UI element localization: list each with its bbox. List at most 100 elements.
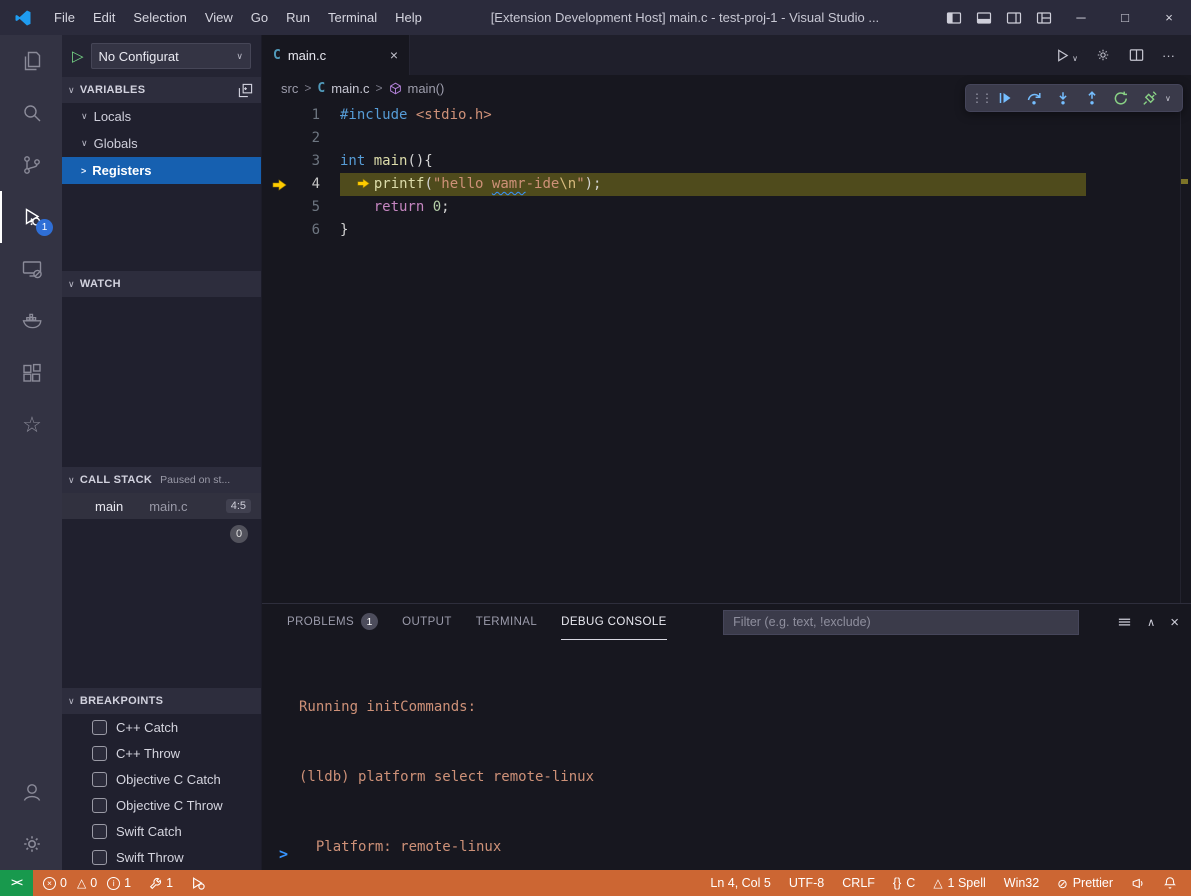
- checkbox[interactable]: [92, 746, 107, 761]
- maximize-button[interactable]: □: [1103, 0, 1147, 35]
- formatter-indicator[interactable]: ⊘ Prettier: [1057, 876, 1113, 891]
- activity-favorites[interactable]: ☆: [0, 399, 62, 451]
- activity-explorer[interactable]: [0, 35, 62, 87]
- step-out-button[interactable]: [1078, 86, 1105, 110]
- current-statement-arrow-icon[interactable]: [262, 173, 296, 196]
- remote-indicator[interactable]: ><: [0, 870, 33, 896]
- breakpoint-objc-throw[interactable]: Objective C Throw: [62, 792, 261, 818]
- close-panel-icon[interactable]: ×: [1170, 614, 1179, 631]
- customize-layout-icon[interactable]: [1029, 0, 1059, 35]
- stack-frame-row[interactable]: main main.c 4:5: [62, 493, 261, 519]
- code-text[interactable]: printf("hello wamr-ide\n");: [340, 173, 1191, 196]
- spell-checker-status[interactable]: △ 1 Spell: [933, 876, 985, 890]
- tab-terminal[interactable]: TERMINAL: [476, 604, 537, 640]
- activity-docker[interactable]: [0, 295, 62, 347]
- toggle-secondary-sidebar-icon[interactable]: [999, 0, 1029, 35]
- checkbox[interactable]: [92, 798, 107, 813]
- launch-config-select[interactable]: No Configurat ∨: [91, 43, 251, 69]
- tab-debug-console[interactable]: DEBUG CONSOLE: [561, 604, 667, 640]
- watch-section-header[interactable]: ∨ WATCH: [62, 271, 261, 297]
- more-actions-icon[interactable]: ···: [1162, 48, 1175, 63]
- activity-remote-explorer[interactable]: [0, 243, 62, 295]
- breadcrumb-symbol[interactable]: main(): [408, 81, 445, 96]
- activity-run-debug[interactable]: 1: [0, 191, 62, 243]
- overview-ruler[interactable]: [1180, 101, 1181, 603]
- split-editor-icon[interactable]: [1128, 47, 1145, 64]
- run-or-debug-button[interactable]: ∨: [1055, 48, 1078, 63]
- breadcrumb-file[interactable]: main.c: [331, 81, 369, 96]
- code-line-2[interactable]: 2: [262, 127, 1191, 150]
- language-indicator[interactable]: {} C: [893, 876, 915, 890]
- toolchain-status[interactable]: 1: [149, 876, 173, 890]
- gear-icon[interactable]: [1095, 47, 1111, 63]
- code-line-3[interactable]: 3 int main(){: [262, 150, 1191, 173]
- checkbox[interactable]: [92, 850, 107, 865]
- start-debug-icon[interactable]: ▷: [72, 49, 84, 64]
- gutter-glyph[interactable]: [262, 127, 296, 150]
- menu-go[interactable]: Go: [242, 10, 277, 25]
- tab-problems[interactable]: PROBLEMS 1: [287, 604, 378, 640]
- tab-output[interactable]: OUTPUT: [402, 604, 452, 640]
- cursor-position[interactable]: Ln 4, Col 5: [710, 876, 770, 890]
- activity-source-control[interactable]: [0, 139, 62, 191]
- breakpoints-section-header[interactable]: ∨ BREAKPOINTS: [62, 688, 261, 714]
- callstack-section-header[interactable]: ∨ CALL STACK Paused on st...: [62, 467, 261, 493]
- disconnect-button[interactable]: [1136, 86, 1163, 110]
- collapse-all-icon[interactable]: [238, 83, 253, 98]
- maximize-panel-icon[interactable]: ∧: [1147, 616, 1155, 629]
- chevron-down-icon[interactable]: ∨: [1165, 94, 1177, 103]
- variables-item-registers[interactable]: > Registers: [62, 157, 261, 184]
- code-line-6[interactable]: 6 }: [262, 219, 1191, 242]
- variables-section-header[interactable]: ∨ VARIABLES: [62, 77, 261, 103]
- code-text[interactable]: }: [340, 219, 1191, 242]
- warnings-status[interactable]: △ 0: [77, 876, 97, 890]
- breakpoint-cpp-catch[interactable]: C++ Catch: [62, 714, 261, 740]
- toggle-sidebar-icon[interactable]: [939, 0, 969, 35]
- gutter-glyph[interactable]: [262, 196, 296, 219]
- menu-edit[interactable]: Edit: [84, 10, 124, 25]
- gutter-glyph[interactable]: [262, 219, 296, 242]
- code-text[interactable]: [340, 127, 1191, 150]
- debug-status[interactable]: [191, 876, 205, 890]
- activity-extensions[interactable]: [0, 347, 62, 399]
- menu-view[interactable]: View: [196, 10, 242, 25]
- code-text[interactable]: int main(){: [340, 150, 1191, 173]
- close-button[interactable]: ×: [1147, 0, 1191, 35]
- checkbox[interactable]: [92, 720, 107, 735]
- menu-selection[interactable]: Selection: [124, 10, 195, 25]
- toggle-panel-icon[interactable]: [969, 0, 999, 35]
- menu-terminal[interactable]: Terminal: [319, 10, 386, 25]
- restart-button[interactable]: [1107, 86, 1134, 110]
- breakpoint-objc-catch[interactable]: Objective C Catch: [62, 766, 261, 792]
- infos-status[interactable]: i 1: [107, 876, 131, 890]
- console-options-icon[interactable]: [1117, 615, 1132, 630]
- menu-run[interactable]: Run: [277, 10, 319, 25]
- menu-help[interactable]: Help: [386, 10, 431, 25]
- code-editor[interactable]: 1 #include <stdio.h> 2 3 int main(){ 4: [262, 101, 1191, 603]
- errors-status[interactable]: × 0: [43, 876, 67, 890]
- activity-search[interactable]: [0, 87, 62, 139]
- gutter-glyph[interactable]: [262, 104, 296, 127]
- breadcrumb-folder[interactable]: src: [281, 81, 298, 96]
- step-into-button[interactable]: [1049, 86, 1076, 110]
- platform-indicator[interactable]: Win32: [1004, 876, 1039, 890]
- checkbox[interactable]: [92, 824, 107, 839]
- breakpoint-cpp-throw[interactable]: C++ Throw: [62, 740, 261, 766]
- announcement-status[interactable]: [1131, 876, 1145, 890]
- code-text[interactable]: return 0;: [340, 196, 1191, 219]
- console-prompt-icon[interactable]: >: [279, 845, 288, 863]
- activity-accounts[interactable]: [0, 766, 62, 818]
- drag-handle-icon[interactable]: ⋮⋮: [971, 91, 989, 105]
- code-line-5[interactable]: 5 return 0;: [262, 196, 1191, 219]
- variables-item-locals[interactable]: ∨ Locals: [62, 103, 261, 130]
- tab-close-icon[interactable]: ×: [390, 47, 398, 63]
- console-filter-input[interactable]: [723, 610, 1079, 635]
- breakpoint-swift-throw[interactable]: Swift Throw: [62, 844, 261, 870]
- variables-item-globals[interactable]: ∨ Globals: [62, 130, 261, 157]
- checkbox[interactable]: [92, 772, 107, 787]
- activity-settings[interactable]: [0, 818, 62, 870]
- notifications-status[interactable]: [1163, 876, 1177, 890]
- step-over-button[interactable]: [1020, 86, 1047, 110]
- minimize-button[interactable]: ─: [1059, 0, 1103, 35]
- tab-main-c[interactable]: C main.c ×: [262, 35, 410, 75]
